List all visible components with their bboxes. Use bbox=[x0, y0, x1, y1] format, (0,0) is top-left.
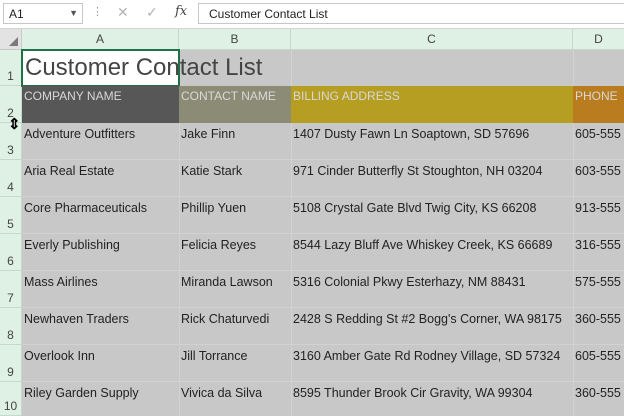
fx-icon[interactable]: fx bbox=[175, 4, 187, 19]
cell-address[interactable]: 8544 Lazy Bluff Ave Whiskey Creek, KS 66… bbox=[291, 234, 573, 271]
row-resize-cursor-icon: ⇕ bbox=[8, 116, 21, 133]
cell-phone[interactable]: 605-555 bbox=[573, 345, 624, 382]
cell-phone[interactable]: 913-555 bbox=[573, 197, 624, 234]
cell-address[interactable]: 3160 Amber Gate Rd Rodney Village, SD 57… bbox=[291, 345, 573, 382]
cell-address[interactable]: 1407 Dusty Fawn Ln Soaptown, SD 57696 bbox=[291, 123, 573, 160]
cell-address[interactable]: 5316 Colonial Pkwy Esterhazy, NM 88431 bbox=[291, 271, 573, 308]
active-cell-border bbox=[21, 49, 180, 87]
row-header-9[interactable]: 9 bbox=[0, 345, 22, 382]
cell-contact[interactable]: Phillip Yuen bbox=[179, 197, 291, 234]
row-header-10[interactable]: 10 bbox=[0, 382, 22, 416]
cell-address[interactable]: 5108 Crystal Gate Blvd Twig City, KS 662… bbox=[291, 197, 573, 234]
row-number: 5 bbox=[7, 217, 14, 231]
cell-company[interactable]: Overlook Inn bbox=[22, 345, 179, 382]
cell-phone[interactable]: 603-555 bbox=[573, 160, 624, 197]
row-number: 9 bbox=[7, 365, 14, 379]
column-header-a[interactable]: A bbox=[22, 29, 179, 50]
row-number: 4 bbox=[7, 180, 14, 194]
header-phone[interactable]: PHONE bbox=[573, 86, 624, 123]
cell-phone[interactable]: 316-555 bbox=[573, 234, 624, 271]
select-all-button[interactable] bbox=[0, 29, 22, 50]
row-number: 8 bbox=[7, 328, 14, 342]
cell-company[interactable]: Core Pharmaceuticals bbox=[22, 197, 179, 234]
formula-bar: A1 ▼ ⋮ ✕ ✓ fx Customer Contact List bbox=[0, 0, 624, 29]
cell-company[interactable]: Adventure Outfitters bbox=[22, 123, 179, 160]
cell-contact[interactable]: Vivica da Silva bbox=[179, 382, 291, 416]
column-header-d[interactable]: D bbox=[573, 29, 624, 50]
cell-contact[interactable]: Jake Finn bbox=[179, 123, 291, 160]
cell-company[interactable]: Mass Airlines bbox=[22, 271, 179, 308]
row-number: 7 bbox=[7, 291, 14, 305]
formula-value: Customer Contact List bbox=[209, 7, 328, 21]
row-header-5[interactable]: 5 bbox=[0, 197, 22, 234]
cell-company[interactable]: Newhaven Traders bbox=[22, 308, 179, 345]
row-header-6[interactable]: 6 bbox=[0, 234, 22, 271]
row-number: 3 bbox=[7, 143, 14, 157]
cancel-icon[interactable]: ✕ bbox=[117, 4, 129, 21]
name-box[interactable]: A1 ▼ bbox=[3, 3, 83, 24]
cell-contact[interactable]: Jill Torrance bbox=[179, 345, 291, 382]
cell-contact[interactable]: Felicia Reyes bbox=[179, 234, 291, 271]
cell-phone[interactable]: 575-555 bbox=[573, 271, 624, 308]
row-header-4[interactable]: 4 bbox=[0, 160, 22, 197]
enter-icon[interactable]: ✓ bbox=[146, 4, 158, 21]
chevron-down-icon[interactable]: ▼ bbox=[69, 8, 78, 18]
column-header-c[interactable]: C bbox=[291, 29, 573, 50]
cell-contact[interactable]: Katie Stark bbox=[179, 160, 291, 197]
cell-company[interactable]: Riley Garden Supply bbox=[22, 382, 179, 416]
row-number: 10 bbox=[3, 399, 18, 413]
select-all-icon bbox=[9, 37, 18, 46]
row-header-1[interactable]: 1 bbox=[0, 50, 22, 86]
name-box-value: A1 bbox=[9, 7, 24, 21]
cell-company[interactable]: Aria Real Estate bbox=[22, 160, 179, 197]
cell-phone[interactable]: 360-555 bbox=[573, 382, 624, 416]
column-header-b[interactable]: B bbox=[179, 29, 291, 50]
row-number: 1 bbox=[7, 69, 14, 83]
header-company-name[interactable]: COMPANY NAME bbox=[22, 86, 179, 123]
row-header-7[interactable]: 7 bbox=[0, 271, 22, 308]
cell-phone[interactable]: 360-555 bbox=[573, 308, 624, 345]
header-contact-name[interactable]: CONTACT NAME bbox=[179, 86, 291, 123]
cell-company[interactable]: Everly Publishing bbox=[22, 234, 179, 271]
cell-address[interactable]: 8595 Thunder Brook Cir Gravity, WA 99304 bbox=[291, 382, 573, 416]
formula-input[interactable]: Customer Contact List bbox=[198, 3, 624, 24]
cell-phone[interactable]: 605-555 bbox=[573, 123, 624, 160]
cell-address[interactable]: 2428 S Redding St #2 Bogg's Corner, WA 9… bbox=[291, 308, 573, 345]
drag-handle-icon[interactable]: ⋮ bbox=[92, 5, 103, 18]
row-header-8[interactable]: 8 bbox=[0, 308, 22, 345]
row-number: 6 bbox=[7, 254, 14, 268]
cell-address[interactable]: 971 Cinder Butterfly St Stoughton, NH 03… bbox=[291, 160, 573, 197]
cell-contact[interactable]: Miranda Lawson bbox=[179, 271, 291, 308]
header-billing-address[interactable]: BILLING ADDRESS bbox=[291, 86, 573, 123]
cell-contact[interactable]: Rick Chaturvedi bbox=[179, 308, 291, 345]
